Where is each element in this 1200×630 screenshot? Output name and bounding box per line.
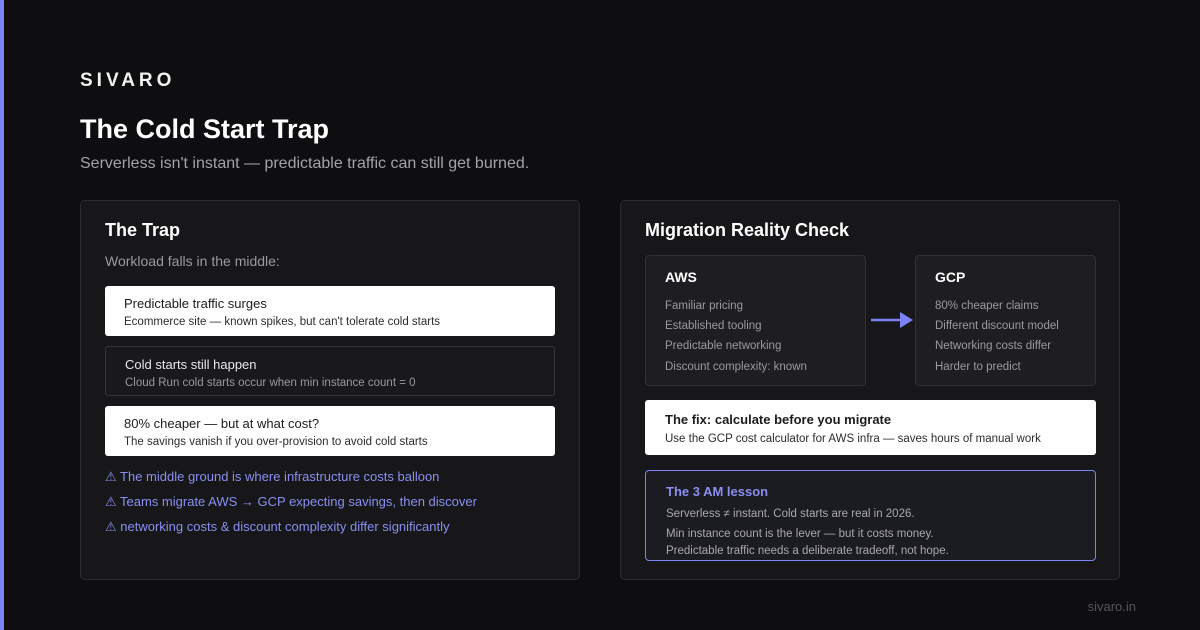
page-title: The Cold Start Trap bbox=[80, 114, 330, 144]
gcp-line: Different discount model bbox=[935, 320, 1059, 332]
trap-card-desc: The savings vanish if you over-provision… bbox=[124, 436, 428, 448]
footer-url: sivaro.in bbox=[1087, 599, 1136, 614]
gcp-line: Networking costs differ bbox=[935, 340, 1052, 352]
gcp-line: 80% cheaper claims bbox=[935, 300, 1039, 312]
fix-desc: Use the GCP cost calculator for AWS infr… bbox=[665, 433, 1041, 445]
lesson-card: The 3 AM lesson Serverless ≠ instant. Co… bbox=[645, 470, 1096, 561]
aws-name: AWS bbox=[665, 269, 697, 285]
trap-card-traffic-surges: Predictable traffic surges Ecommerce sit… bbox=[105, 286, 555, 336]
warning-line: ⚠ networking costs & discount complexity… bbox=[105, 519, 450, 534]
accent-bar bbox=[0, 0, 4, 630]
trap-card-cold-starts: Cold starts still happen Cloud Run cold … bbox=[105, 346, 555, 396]
aws-line: Familiar pricing bbox=[665, 300, 743, 312]
gcp-name: GCP bbox=[935, 269, 966, 285]
gcp-box: GCP 80% cheaper claims Different discoun… bbox=[915, 255, 1096, 386]
brand-logo: SIVARO bbox=[80, 70, 176, 91]
aws-line: Predictable networking bbox=[665, 340, 782, 352]
page-subtitle: Serverless isn't instant — predictable t… bbox=[80, 155, 530, 172]
trap-card-title: Predictable traffic surges bbox=[124, 296, 267, 311]
trap-card-desc: Ecommerce site — known spikes, but can't… bbox=[124, 316, 441, 328]
aws-line: Established tooling bbox=[665, 320, 762, 332]
lesson-line: Min instance count is the lever — but it… bbox=[666, 528, 934, 540]
trap-intro: Workload falls in the middle: bbox=[105, 253, 280, 269]
trap-card-cheaper-cost: 80% cheaper — but at what cost? The savi… bbox=[105, 406, 555, 456]
lesson-line: Predictable traffic needs a deliberate t… bbox=[666, 545, 949, 557]
migration-panel: Migration Reality Check AWS Familiar pri… bbox=[620, 200, 1120, 580]
trap-card-title: Cold starts still happen bbox=[125, 357, 257, 372]
gcp-footer: Harder to predict bbox=[935, 361, 1021, 373]
lesson-title: The 3 AM lesson bbox=[666, 484, 769, 499]
trap-card-desc: Cloud Run cold starts occur when min ins… bbox=[125, 377, 416, 389]
aws-box: AWS Familiar pricing Established tooling… bbox=[645, 255, 866, 386]
fix-card: The fix: calculate before you migrate Us… bbox=[645, 400, 1096, 455]
fix-title: The fix: calculate before you migrate bbox=[665, 412, 892, 427]
aws-footer: Discount complexity: known bbox=[665, 361, 807, 373]
trap-card-title: 80% cheaper — but at what cost? bbox=[124, 416, 320, 431]
warning-line: ⚠ Teams migrate AWS → GCP expecting savi… bbox=[105, 494, 477, 509]
trap-panel: The Trap Workload falls in the middle: P… bbox=[80, 200, 580, 580]
warning-line: ⚠ The middle ground is where infrastruct… bbox=[105, 469, 440, 484]
trap-panel-title: The Trap bbox=[105, 220, 181, 240]
lesson-line: Serverless ≠ instant. Cold starts are re… bbox=[666, 508, 915, 520]
migration-panel-title: Migration Reality Check bbox=[645, 220, 850, 240]
arrow-right-icon bbox=[871, 312, 913, 328]
